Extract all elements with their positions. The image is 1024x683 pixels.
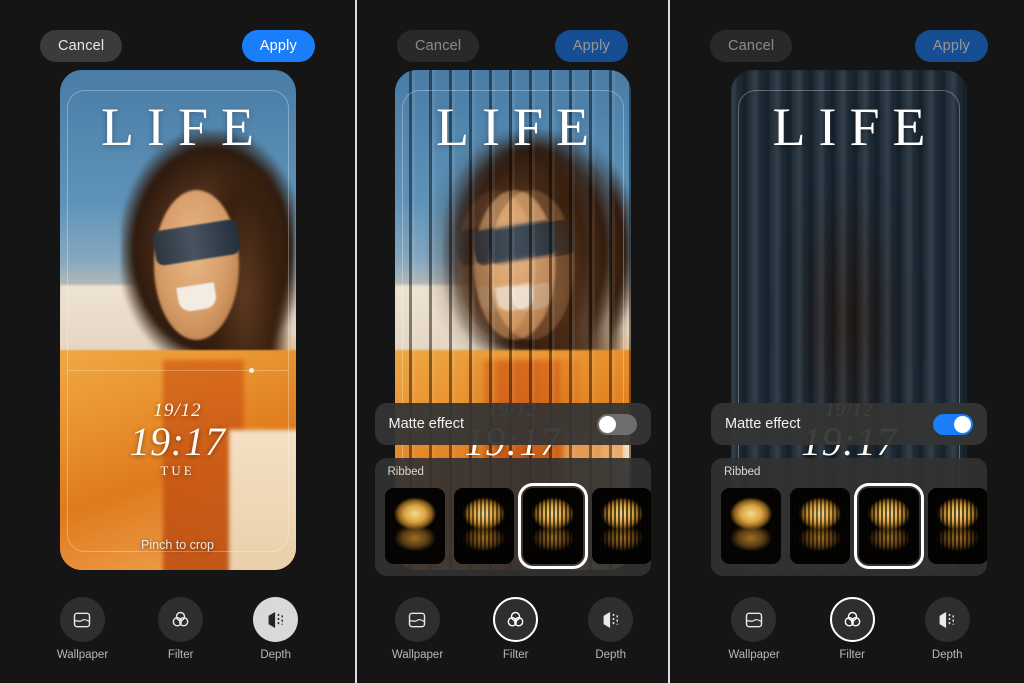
tool-bar: Wallpaper Filter Depth bbox=[0, 597, 355, 661]
matte-effect-toggle[interactable] bbox=[596, 413, 637, 435]
filter-category-label: Ribbed bbox=[387, 466, 424, 478]
filter-thumbnail[interactable] bbox=[384, 488, 445, 564]
tool-depth[interactable]: Depth bbox=[924, 597, 970, 661]
tool-label: Wallpaper bbox=[56, 649, 109, 661]
clock-day: TUE bbox=[160, 462, 195, 478]
filter-thumbnail-list bbox=[384, 483, 651, 569]
tool-bar: Wallpaper Filter Depth bbox=[357, 597, 668, 661]
filter-icon bbox=[158, 597, 204, 642]
tool-label: Depth bbox=[595, 649, 627, 661]
tool-label: Filter bbox=[167, 649, 194, 661]
tool-filter[interactable]: Filter bbox=[493, 597, 539, 661]
filter-thumbnail[interactable] bbox=[928, 488, 987, 564]
cancel-button[interactable]: Cancel bbox=[397, 30, 480, 62]
tool-bar: Wallpaper Filter Depth bbox=[670, 597, 1024, 661]
filter-thumbnail-list bbox=[721, 483, 987, 569]
filter-thumbnail-selected[interactable] bbox=[517, 483, 588, 569]
wallpaper-icon bbox=[731, 597, 777, 642]
tool-label: Depth bbox=[931, 649, 963, 661]
wallpaper-preview[interactable]: LIFE 19/12 19:17 TUE Pinch to crop bbox=[59, 70, 296, 570]
tool-depth[interactable]: Depth bbox=[253, 597, 299, 661]
panel-2: Cancel Apply LIFE Matte effect Ribbed Wa… bbox=[357, 0, 668, 683]
apply-button[interactable]: Apply bbox=[241, 30, 315, 62]
filter-thumbnail-selected[interactable] bbox=[854, 483, 924, 569]
wallpaper-wordmark: LIFE bbox=[772, 97, 939, 157]
tool-label: Filter bbox=[839, 649, 865, 661]
pinch-hint: Pinch to crop bbox=[141, 538, 214, 552]
filter-icon bbox=[493, 597, 539, 642]
apply-button[interactable]: Apply bbox=[914, 30, 988, 62]
filter-category-label: Ribbed bbox=[724, 466, 761, 478]
action-bar: Cancel Apply bbox=[357, 30, 668, 62]
filter-thumbnail[interactable] bbox=[453, 488, 514, 564]
filter-icon bbox=[829, 597, 875, 642]
filter-thumbnail[interactable] bbox=[591, 488, 651, 564]
cancel-button[interactable]: Cancel bbox=[710, 30, 793, 62]
tool-label: Filter bbox=[502, 649, 529, 661]
panel-1: Cancel Apply LIFE 19/12 19:17 TUE Pinch … bbox=[0, 0, 355, 683]
depth-icon bbox=[588, 597, 634, 642]
wallpaper-icon bbox=[59, 597, 105, 642]
tool-filter[interactable]: Filter bbox=[829, 597, 875, 661]
tool-label: Wallpaper bbox=[728, 649, 780, 661]
tool-label: Depth bbox=[260, 649, 292, 661]
tool-filter[interactable]: Filter bbox=[158, 597, 204, 661]
tool-wallpaper[interactable]: Wallpaper bbox=[57, 597, 108, 661]
screenshot-stage: Cancel Apply LIFE 19/12 19:17 TUE Pinch … bbox=[0, 0, 1024, 683]
tool-wallpaper[interactable]: Wallpaper bbox=[392, 597, 443, 661]
tool-wallpaper[interactable]: Wallpaper bbox=[728, 597, 780, 661]
filter-thumbnail[interactable] bbox=[790, 488, 850, 564]
wallpaper-wordmark: LIFE bbox=[436, 97, 602, 157]
matte-effect-label: Matte effect bbox=[725, 416, 801, 432]
apply-button[interactable]: Apply bbox=[554, 30, 628, 62]
action-bar: Cancel Apply bbox=[0, 30, 355, 62]
panel-3: Cancel Apply LIFE 19/12 19:17 Matte effe… bbox=[670, 0, 1024, 683]
matte-effect-toggle[interactable] bbox=[933, 413, 973, 435]
matte-effect-row[interactable]: Matte effect bbox=[374, 403, 651, 445]
filter-thumbnail[interactable] bbox=[721, 488, 781, 564]
tool-depth[interactable]: Depth bbox=[588, 597, 634, 661]
crop-guide-line bbox=[66, 370, 289, 371]
depth-icon bbox=[253, 597, 299, 642]
cancel-button[interactable]: Cancel bbox=[40, 30, 123, 62]
wallpaper-wordmark: LIFE bbox=[101, 97, 267, 157]
action-bar: Cancel Apply bbox=[670, 30, 1024, 62]
clock-time: 19:17 bbox=[129, 419, 226, 464]
depth-icon bbox=[924, 597, 970, 642]
filter-carousel[interactable]: Ribbed bbox=[711, 458, 987, 576]
crop-handle-dot[interactable] bbox=[248, 368, 254, 373]
matte-effect-row[interactable]: Matte effect bbox=[711, 403, 987, 445]
lockscreen-clock: 19/12 19:17 TUE bbox=[60, 400, 296, 479]
toggle-knob bbox=[598, 415, 616, 433]
wallpaper-icon bbox=[394, 597, 440, 642]
matte-effect-label: Matte effect bbox=[388, 416, 465, 432]
toggle-knob bbox=[954, 415, 971, 433]
tool-label: Wallpaper bbox=[391, 649, 444, 661]
filter-carousel[interactable]: Ribbed bbox=[374, 458, 651, 576]
